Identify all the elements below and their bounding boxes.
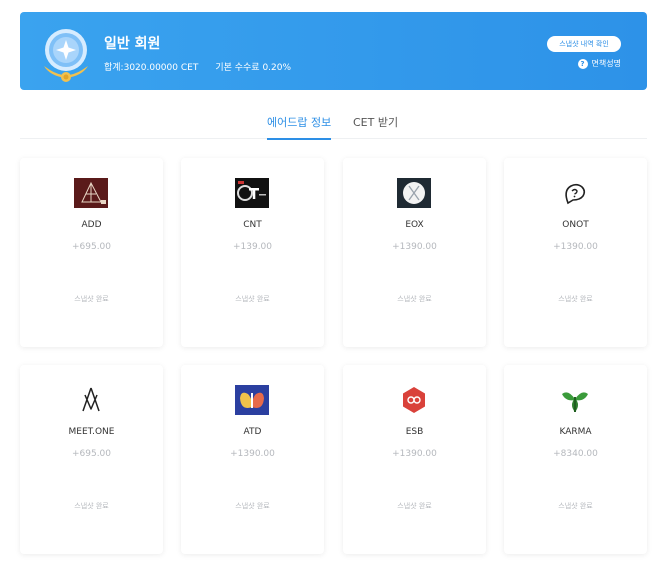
token-amount: +1390.00 [392, 242, 437, 252]
token-amount: +8340.00 [553, 449, 598, 459]
token-name: EOX [405, 220, 424, 230]
tab-airdrop-info[interactable]: 에어드랍 정보 [267, 114, 332, 140]
disclaimer-link[interactable]: ? 면책성명 [577, 58, 621, 69]
airdrop-card[interactable]: ESB +1390.00 스냅샷 완료 [343, 365, 486, 554]
atd-logo-icon [235, 385, 269, 415]
snapshot-status: 스냅샷 완료 [558, 502, 593, 510]
tab-bar: 에어드랍 정보 CET 받기 [20, 108, 647, 140]
member-badge-icon [42, 28, 90, 84]
total-amount: 합계:3020.00000 CET [104, 63, 199, 73]
token-name: KARMA [559, 427, 592, 437]
snapshot-status: 스냅샷 완료 [235, 502, 270, 510]
snapshot-status: 스냅샷 완료 [74, 295, 109, 303]
snapshot-status: 스냅샷 완료 [74, 502, 109, 510]
disclaimer-label: 면책성명 [591, 59, 621, 68]
esb-logo-icon [397, 385, 431, 415]
airdrop-card[interactable]: CNT +139.00 스냅샷 완료 [181, 158, 324, 347]
karma-logo-icon [558, 385, 592, 415]
snapshot-status: 스냅샷 완료 [397, 502, 432, 510]
airdrop-card[interactable]: MEET.ONE +695.00 스냅샷 완료 [20, 365, 163, 554]
token-name: ADD [81, 220, 102, 230]
airdrop-card[interactable]: ADD +695.00 스냅샷 완료 [20, 158, 163, 347]
snapshot-status: 스냅샷 완료 [558, 295, 593, 303]
token-name: MEET.ONE [68, 427, 115, 437]
token-amount: +695.00 [71, 242, 112, 252]
token-name: ONOT [562, 220, 589, 230]
summary-row: 합계:3020.00000 CET 기본 수수료 0.20% [104, 60, 291, 73]
token-name: CNT [243, 220, 262, 230]
airdrop-card[interactable]: ATD +1390.00 스냅샷 완료 [181, 365, 324, 554]
token-amount: +695.00 [71, 449, 112, 459]
token-name: ESB [405, 427, 424, 437]
airdrop-card[interactable]: EOX +1390.00 스냅샷 완료 [343, 158, 486, 347]
member-banner: 일반 회원 합계:3020.00000 CET 기본 수수료 0.20% 스냅샷… [20, 12, 647, 90]
help-icon: ? [577, 58, 588, 69]
token-amount: +1390.00 [392, 449, 437, 459]
snapshot-status: 스냅샷 완료 [397, 295, 432, 303]
eox-logo-icon [397, 178, 431, 208]
member-level-title: 일반 회원 [104, 36, 161, 52]
add-logo-icon [74, 178, 108, 208]
snapshot-status: 스냅샷 완료 [235, 295, 270, 303]
token-amount: +1390.00 [553, 242, 598, 252]
token-name: ATD [243, 427, 262, 437]
onot-logo-icon [558, 178, 592, 208]
airdrop-card[interactable]: KARMA +8340.00 스냅샷 완료 [504, 365, 647, 554]
token-amount: +1390.00 [230, 449, 275, 459]
meetone-logo-icon [74, 385, 108, 415]
cnt-logo-icon [235, 178, 269, 208]
snapshot-history-button[interactable]: 스냅샷 내역 확인 [547, 36, 621, 52]
airdrop-card[interactable]: ONOT +1390.00 스냅샷 완료 [504, 158, 647, 347]
tab-get-cet[interactable]: CET 받기 [353, 114, 398, 138]
base-fee: 기본 수수료 0.20% [215, 63, 292, 73]
token-amount: +139.00 [232, 242, 273, 252]
